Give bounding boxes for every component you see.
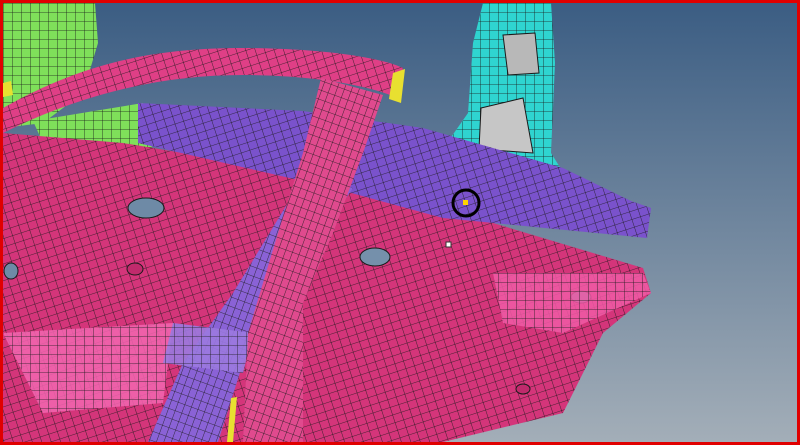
- mesh-scene[interactable]: [3, 3, 797, 442]
- floor-hole: [127, 197, 165, 219]
- graphics-viewport[interactable]: [0, 0, 800, 445]
- floor-hole: [359, 247, 391, 267]
- floor-hole: [515, 383, 531, 395]
- picked-node: [463, 200, 468, 205]
- node-handle[interactable]: [445, 241, 452, 248]
- floor-hole: [3, 262, 19, 280]
- floor-hole: [126, 262, 144, 276]
